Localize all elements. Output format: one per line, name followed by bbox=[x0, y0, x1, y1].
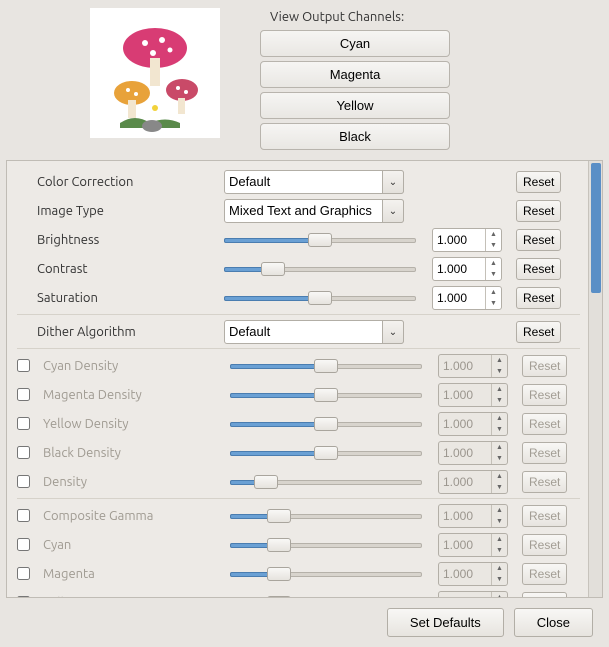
channel-yellow-button[interactable]: Yellow bbox=[260, 92, 450, 119]
yellow-spinbox: ▲▼ bbox=[438, 591, 508, 598]
yellow-density-checkbox[interactable] bbox=[17, 417, 30, 430]
set-defaults-button[interactable]: Set Defaults bbox=[387, 608, 504, 637]
yellow-label: Yellow bbox=[39, 596, 224, 598]
channel-magenta-button[interactable]: Magenta bbox=[260, 61, 450, 88]
contrast-spinbox[interactable]: ▲▼ bbox=[432, 257, 502, 281]
color-correction-reset-button[interactable]: Reset bbox=[516, 171, 561, 193]
composite-gamma-label: Composite Gamma bbox=[39, 509, 224, 523]
dither-reset-button[interactable]: Reset bbox=[516, 321, 561, 343]
contrast-label: Contrast bbox=[17, 262, 218, 276]
brightness-spinbox[interactable]: ▲▼ bbox=[432, 228, 502, 252]
brightness-label: Brightness bbox=[17, 233, 218, 247]
yellow-density-reset-button: Reset bbox=[522, 413, 567, 435]
contrast-slider[interactable] bbox=[224, 260, 416, 278]
yellow-reset-button: Reset bbox=[522, 592, 567, 598]
yellow-density-spinbox: ▲▼ bbox=[438, 412, 508, 436]
magenta-reset-button: Reset bbox=[522, 563, 567, 585]
magenta-label: Magenta bbox=[39, 567, 224, 581]
close-button[interactable]: Close bbox=[514, 608, 593, 637]
cyan-label: Cyan bbox=[39, 538, 224, 552]
vertical-scrollbar[interactable] bbox=[588, 161, 602, 597]
cyan-slider[interactable] bbox=[230, 536, 422, 554]
density-checkbox[interactable] bbox=[17, 475, 30, 488]
cyan-density-label: Cyan Density bbox=[39, 359, 224, 373]
cyan-density-slider[interactable] bbox=[230, 357, 422, 375]
color-correction-select[interactable]: Default bbox=[224, 170, 404, 194]
mushroom-illustration-icon bbox=[90, 8, 220, 138]
saturation-reset-button[interactable]: Reset bbox=[516, 287, 561, 309]
composite-gamma-checkbox[interactable] bbox=[17, 509, 30, 522]
black-density-spinbox: ▲▼ bbox=[438, 441, 508, 465]
magenta-slider[interactable] bbox=[230, 565, 422, 583]
magenta-density-reset-button: Reset bbox=[522, 384, 567, 406]
magenta-spinbox: ▲▼ bbox=[438, 562, 508, 586]
composite-gamma-spinbox: ▲▼ bbox=[438, 504, 508, 528]
yellow-slider[interactable] bbox=[230, 594, 422, 598]
color-correction-label: Color Correction bbox=[17, 175, 218, 189]
settings-panel: Color Correction Default ⌄ Reset Image T… bbox=[7, 161, 588, 597]
cyan-checkbox[interactable] bbox=[17, 538, 30, 551]
magenta-density-checkbox[interactable] bbox=[17, 388, 30, 401]
channel-black-button[interactable]: Black bbox=[260, 123, 450, 150]
image-type-reset-button[interactable]: Reset bbox=[516, 200, 561, 222]
density-slider[interactable] bbox=[230, 473, 422, 491]
cyan-reset-button: Reset bbox=[522, 534, 567, 556]
density-label: Density bbox=[39, 475, 224, 489]
density-spinbox: ▲▼ bbox=[438, 470, 508, 494]
preview-thumbnail bbox=[90, 8, 220, 138]
channel-cyan-button[interactable]: Cyan bbox=[260, 30, 450, 57]
magenta-density-slider[interactable] bbox=[230, 386, 422, 404]
contrast-reset-button[interactable]: Reset bbox=[516, 258, 561, 280]
cyan-spinbox: ▲▼ bbox=[438, 533, 508, 557]
yellow-checkbox[interactable] bbox=[17, 596, 30, 597]
dither-select[interactable]: Default bbox=[224, 320, 404, 344]
magenta-density-spinbox: ▲▼ bbox=[438, 383, 508, 407]
density-reset-button: Reset bbox=[522, 471, 567, 493]
image-type-label: Image Type bbox=[17, 204, 218, 218]
saturation-spinbox[interactable]: ▲▼ bbox=[432, 286, 502, 310]
saturation-slider[interactable] bbox=[224, 289, 416, 307]
black-density-checkbox[interactable] bbox=[17, 446, 30, 459]
composite-gamma-slider[interactable] bbox=[230, 507, 422, 525]
magenta-density-label: Magenta Density bbox=[39, 388, 224, 402]
dither-label: Dither Algorithm bbox=[17, 325, 218, 339]
channels-title: View Output Channels: bbox=[260, 10, 589, 24]
yellow-density-label: Yellow Density bbox=[39, 417, 224, 431]
composite-gamma-reset-button: Reset bbox=[522, 505, 567, 527]
cyan-density-spinbox: ▲▼ bbox=[438, 354, 508, 378]
cyan-density-reset-button: Reset bbox=[522, 355, 567, 377]
black-density-slider[interactable] bbox=[230, 444, 422, 462]
brightness-reset-button[interactable]: Reset bbox=[516, 229, 561, 251]
magenta-checkbox[interactable] bbox=[17, 567, 30, 580]
scrollbar-thumb[interactable] bbox=[591, 163, 601, 293]
brightness-slider[interactable] bbox=[224, 231, 416, 249]
black-density-label: Black Density bbox=[39, 446, 224, 460]
yellow-density-slider[interactable] bbox=[230, 415, 422, 433]
saturation-label: Saturation bbox=[17, 291, 218, 305]
image-type-select[interactable]: Mixed Text and Graphics bbox=[224, 199, 404, 223]
black-density-reset-button: Reset bbox=[522, 442, 567, 464]
cyan-density-checkbox[interactable] bbox=[17, 359, 30, 372]
